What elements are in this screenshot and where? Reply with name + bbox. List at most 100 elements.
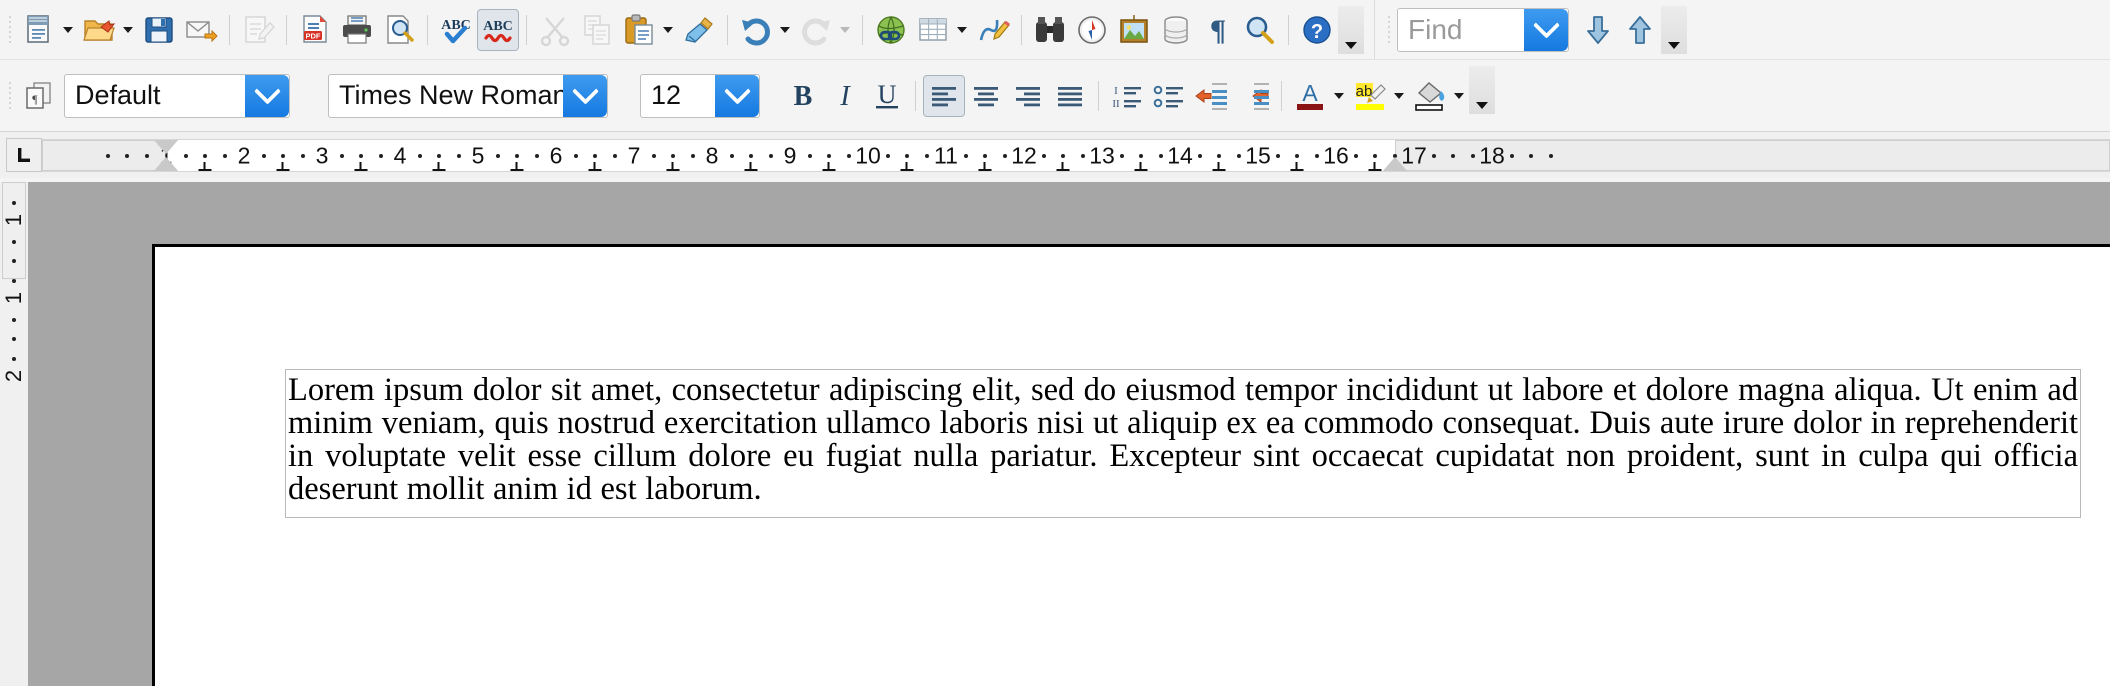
decrease-indent-button[interactable] <box>1190 75 1232 117</box>
align-left-button[interactable] <box>923 75 965 117</box>
background-color-button[interactable] <box>1409 75 1451 117</box>
insert-table-button[interactable] <box>912 9 954 51</box>
zoom-button[interactable] <box>1239 9 1281 51</box>
body-text-frame[interactable]: Lorem ipsum dolor sit amet, consectetur … <box>285 369 2081 518</box>
find-toolbar-overflow[interactable] <box>1661 6 1687 54</box>
ruler-tab-stop[interactable] <box>1213 162 1226 171</box>
ruler-tab-stop[interactable] <box>1057 162 1070 171</box>
find-input[interactable]: Find <box>1397 8 1569 52</box>
first-line-indent-marker[interactable] <box>153 139 179 154</box>
underline-button[interactable]: U <box>866 75 908 117</box>
clone-formatting-button[interactable] <box>678 9 720 51</box>
open-document-dropdown[interactable] <box>120 9 136 51</box>
align-center-button[interactable] <box>965 75 1007 117</box>
font-size-combo[interactable]: 12 <box>640 74 760 118</box>
spelling-button[interactable]: ABC <box>435 9 477 51</box>
right-indent-marker[interactable] <box>1382 157 1408 172</box>
set-paragraph-style-button[interactable]: ¶ <box>18 75 60 117</box>
font-size-dropdown[interactable] <box>715 75 759 117</box>
ruler-tab-stop[interactable] <box>355 162 368 171</box>
draw-functions-button[interactable] <box>972 9 1014 51</box>
align-right-button[interactable] <box>1007 75 1049 117</box>
paragraph-style-dropdown[interactable] <box>245 75 289 117</box>
ruler-tab-stop[interactable] <box>901 162 914 171</box>
navigator-button[interactable] <box>1071 9 1113 51</box>
font-color-button[interactable]: A <box>1289 75 1331 117</box>
redo-button[interactable] <box>795 9 837 51</box>
highlighting-color-button[interactable]: ab <box>1349 75 1391 117</box>
document-canvas[interactable]: Lorem ipsum dolor sit amet, consectetur … <box>28 182 2110 686</box>
ruler-tab-stop[interactable] <box>667 162 680 171</box>
left-indent-marker[interactable] <box>153 157 179 172</box>
ruler-tick-dot <box>359 154 363 158</box>
email-document-button[interactable] <box>180 9 222 51</box>
find-replace-button[interactable] <box>1029 9 1071 51</box>
auto-spellcheck-button[interactable]: ABC <box>477 9 519 51</box>
formatting-toolbar-grip[interactable] <box>6 77 14 115</box>
italic-button[interactable]: I <box>824 75 866 117</box>
font-size-value[interactable]: 12 <box>641 75 715 117</box>
ruler-tab-stop[interactable] <box>1369 162 1382 171</box>
ruler-tab-stop[interactable] <box>199 162 212 171</box>
save-document-button[interactable] <box>138 9 180 51</box>
find-previous-button[interactable] <box>1619 9 1661 51</box>
body-text[interactable]: Lorem ipsum dolor sit amet, consectetur … <box>288 374 2078 507</box>
copy-button[interactable] <box>576 9 618 51</box>
font-color-dropdown[interactable] <box>1331 75 1347 117</box>
ruler-tab-stop[interactable] <box>745 162 758 171</box>
font-name-combo[interactable]: Times New Roman <box>328 74 608 118</box>
ruler-tab-stop[interactable] <box>589 162 602 171</box>
ruler-tab-stop[interactable] <box>979 162 992 171</box>
paste-button[interactable] <box>618 9 660 51</box>
cut-button[interactable] <box>534 9 576 51</box>
data-sources-button[interactable] <box>1155 9 1197 51</box>
ruler-tab-stop[interactable] <box>433 162 446 171</box>
new-document-dropdown[interactable] <box>60 9 76 51</box>
print-button[interactable] <box>336 9 378 51</box>
unordered-list-button[interactable] <box>1148 75 1190 117</box>
find-toolbar-grip[interactable] <box>1385 11 1393 49</box>
horizontal-ruler[interactable]: 123456789101112131415161718 <box>42 139 2110 172</box>
new-document-button[interactable] <box>18 9 60 51</box>
find-input-value[interactable]: Find <box>1398 9 1524 51</box>
page-1[interactable]: Lorem ipsum dolor sit amet, consectetur … <box>152 244 2110 686</box>
paragraph-style-combo[interactable]: Default <box>64 74 290 118</box>
ruler-tab-stop[interactable] <box>1291 162 1304 171</box>
bold-icon: B <box>786 79 820 113</box>
tab-stop-selector[interactable] <box>6 138 42 172</box>
paste-dropdown[interactable] <box>660 9 676 51</box>
ruler-tab-stop[interactable] <box>511 162 524 171</box>
help-button[interactable]: ? <box>1296 9 1338 51</box>
insert-image-button[interactable] <box>1113 9 1155 51</box>
undo-dropdown[interactable] <box>777 9 793 51</box>
undo-button[interactable] <box>735 9 777 51</box>
ruler-tab-stop[interactable] <box>1135 162 1148 171</box>
ruler-tab-stop[interactable] <box>277 162 290 171</box>
find-dropdown-button[interactable] <box>1524 9 1568 51</box>
font-name-dropdown[interactable] <box>563 75 607 117</box>
highlighting-color-dropdown[interactable] <box>1391 75 1407 117</box>
ordered-list-button[interactable]: I II <box>1106 75 1148 117</box>
export-pdf-button[interactable]: PDF <box>294 9 336 51</box>
font-name-value[interactable]: Times New Roman <box>329 75 563 117</box>
ruler-tick-dot <box>808 154 812 158</box>
toolbar-grip[interactable] <box>6 11 14 49</box>
vruler-top-margin[interactable] <box>2 182 26 279</box>
background-color-dropdown[interactable] <box>1451 75 1467 117</box>
redo-dropdown[interactable] <box>837 9 853 51</box>
increase-indent-button[interactable] <box>1232 75 1274 117</box>
ruler-tab-stop[interactable] <box>823 162 836 171</box>
paragraph-style-value[interactable]: Default <box>65 75 245 117</box>
vertical-ruler[interactable]: 112 <box>0 182 28 686</box>
insert-hyperlink-button[interactable] <box>870 9 912 51</box>
bold-button[interactable]: B <box>782 75 824 117</box>
standard-toolbar-overflow[interactable] <box>1338 6 1364 54</box>
align-justified-button[interactable] <box>1049 75 1091 117</box>
edit-mode-button[interactable] <box>237 9 279 51</box>
print-preview-button[interactable] <box>378 9 420 51</box>
formatting-marks-button[interactable]: ¶ <box>1197 9 1239 51</box>
find-next-button[interactable] <box>1577 9 1619 51</box>
formatting-toolbar-overflow[interactable] <box>1469 66 1495 114</box>
open-document-button[interactable] <box>78 9 120 51</box>
insert-table-dropdown[interactable] <box>954 9 970 51</box>
